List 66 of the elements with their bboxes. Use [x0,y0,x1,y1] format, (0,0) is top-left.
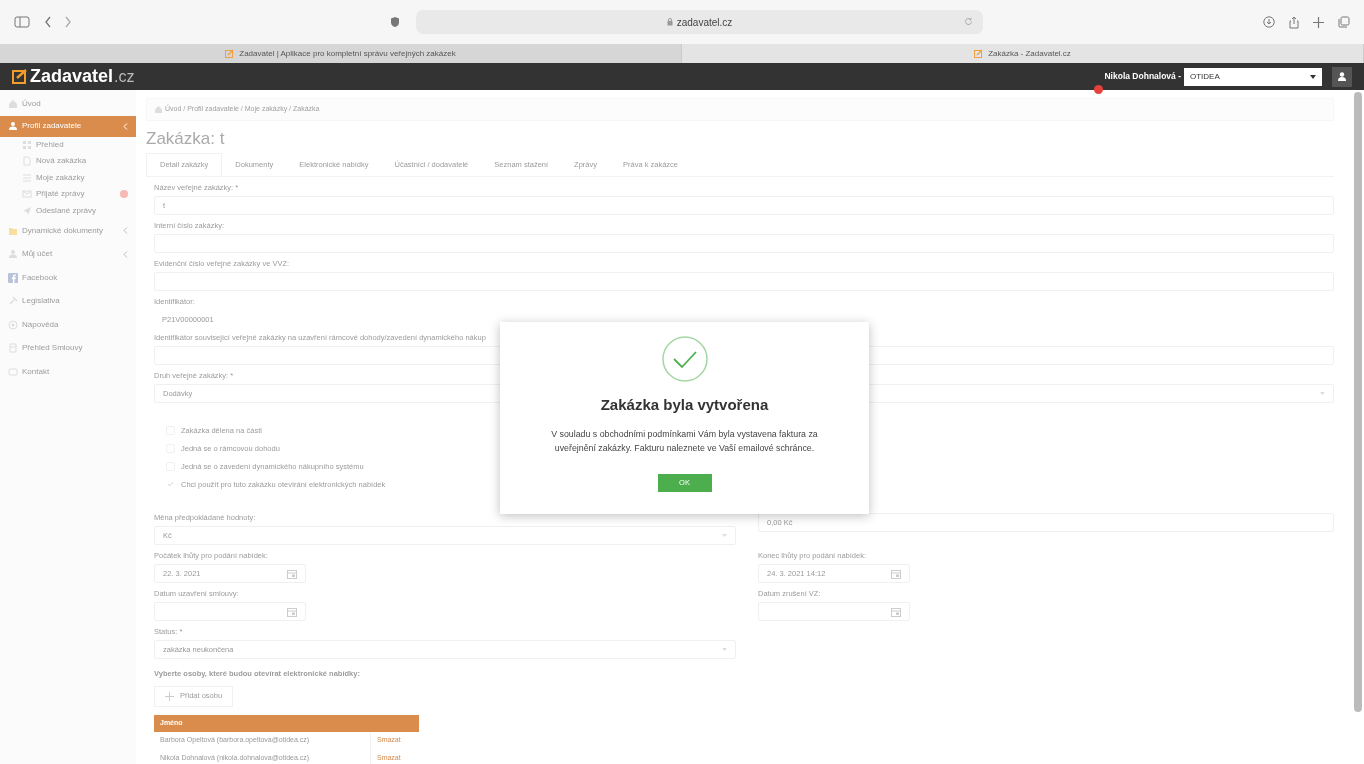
back-icon[interactable] [44,16,52,28]
dialog-title: Zakázka byla vytvořena [599,395,770,415]
lock-icon [666,18,673,26]
edit-square-icon [12,69,27,84]
check-icon [167,481,174,488]
calendar-icon [891,606,901,617]
success-check-icon [661,336,708,382]
sidebar-item[interactable]: Facebook [0,266,136,290]
logo[interactable]: Zadavatel.cz [12,63,135,90]
sidebar-item[interactable]: Moje zakázky [0,169,136,186]
notification-dot[interactable] [1094,85,1103,94]
envelope-icon [22,189,32,200]
share-icon[interactable] [1289,15,1299,29]
sidebar-item[interactable]: Můj účet [0,242,136,266]
caret-icon [722,534,727,538]
sidebar-item[interactable]: Profil zadavatele [0,115,136,137]
sidebar-item[interactable]: Dynamické dokumenty [0,219,136,243]
edit-square-icon [225,49,235,58]
calendar-icon [287,606,297,617]
sidebar-item[interactable]: Nová zakázka [0,153,136,170]
sidebar-item[interactable]: Přehled [0,136,136,153]
dialog-message: V souladu s obchodními podmínkami Vám byla vystavena faktura za uveřejnění zakázky. Fakturu naleznete ve Vaší emailové schránce. [550,427,819,455]
plus-icon [165,691,174,701]
plus-icon[interactable] [1313,16,1324,28]
browser-tab[interactable]: Zakázka - Zadavatel.cz [682,44,1364,63]
sidebar-item[interactable]: Odeslané zprávy [0,202,136,219]
caret-icon [1310,74,1316,79]
home-icon [155,106,162,113]
organization-select[interactable]: OTIDEA [1184,67,1322,86]
calendar-icon [891,568,901,579]
document-icon [22,156,32,167]
caret-icon [722,648,727,652]
tabs-icon[interactable] [1338,16,1350,28]
home-icon [8,98,18,109]
person-icon [1338,72,1346,81]
date-field[interactable] [154,602,306,622]
grid-icon [22,139,32,150]
edit-square-icon [974,49,984,58]
address-text: zadavatel.cz [676,15,733,30]
user-button[interactable] [1332,66,1352,87]
user-icon [8,249,18,260]
scrollbar[interactable] [1354,92,1362,712]
address-bar[interactable]: zadavatel.cz [416,10,983,34]
sidebar-item[interactable]: Kontakt [0,360,136,384]
gavel-icon [8,296,18,307]
facebook-icon [8,272,18,283]
sidebar-item[interactable]: Legislativa [0,289,136,313]
reload-icon[interactable] [964,17,973,26]
date-field[interactable] [758,602,910,622]
help-icon [8,319,18,330]
browser-tab[interactable]: Zadavatel | Aplikace pro kompletní správu veřejných zakázek [0,44,682,63]
download-icon[interactable] [1263,16,1275,28]
shield-icon [390,16,400,28]
page-title: Zakázka: t [146,129,226,149]
sidebar-item[interactable]: Úvod [0,92,136,116]
caret-icon [1320,392,1325,396]
sidebar-item[interactable]: Přijaté zprávy [0,186,136,203]
forward-icon[interactable] [64,16,72,28]
sidebar-item[interactable]: Nápověda [0,313,136,337]
sidebar-item[interactable]: Přehled Smlouvy [0,336,136,360]
paper-plane-icon [22,205,32,216]
sidebar-icon[interactable] [14,16,30,28]
user-name: Nikola Dohnalová - [1104,70,1181,83]
folder-icon [8,225,18,236]
user-icon [8,121,18,131]
calendar-icon [287,568,297,579]
